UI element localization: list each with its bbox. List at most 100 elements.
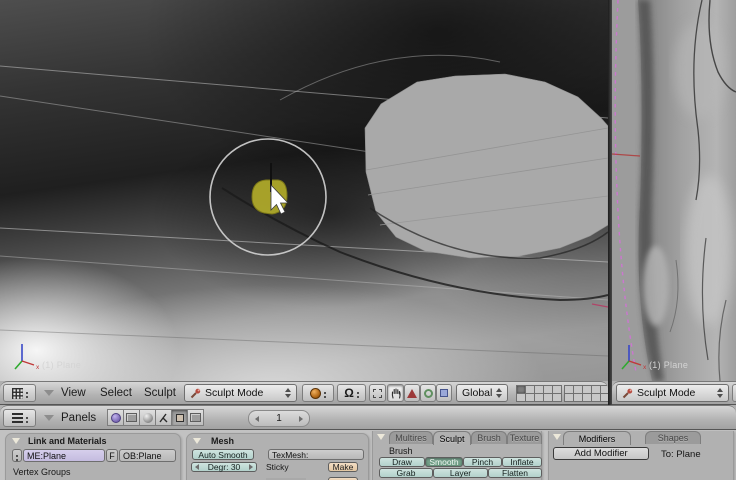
auto-smooth-button[interactable]: Auto Smooth	[192, 449, 254, 460]
panel-collapse-icon[interactable]	[553, 434, 561, 440]
orientation-dropdown[interactable]: Global	[456, 384, 508, 402]
make-sticky-button[interactable]: Make	[328, 462, 358, 472]
vertex-groups-label: Vertex Groups	[13, 467, 71, 477]
scale-manipulator-button[interactable]	[436, 384, 452, 402]
degr-stepper[interactable]: Degr: 30	[191, 462, 257, 472]
mode-dropdown-value: Sculpt Mode	[205, 387, 264, 399]
brush-pinch-button[interactable]: Pinch	[463, 457, 502, 467]
tab-modifiers[interactable]: Modifiers	[563, 431, 631, 445]
tab-shapes[interactable]: Shapes	[645, 431, 701, 444]
shading-sphere-icon	[142, 412, 153, 423]
panel-modifiers: Modifiers Shapes Add Modifier To: Plane	[548, 431, 734, 480]
stepper-left-icon[interactable]	[255, 415, 259, 422]
texmesh-field[interactable]: TexMesh:	[268, 449, 364, 460]
modifier-target-label: To: Plane	[661, 449, 701, 460]
object-name-field[interactable]: OB:Plane	[119, 449, 176, 462]
scene-overlay-right: x	[612, 0, 736, 381]
panel-collapse-icon[interactable]	[193, 438, 201, 444]
clipped-header-button[interactable]	[732, 384, 736, 402]
stepper-left-icon[interactable]	[195, 464, 199, 470]
brush-grab-button[interactable]: Grab	[379, 468, 433, 478]
degr-value: Degr: 30	[207, 462, 241, 472]
grid-icon	[11, 387, 23, 399]
layer-cell[interactable]	[599, 392, 608, 402]
layer-buttons-group-2[interactable]	[563, 384, 608, 402]
panel-title: Mesh	[211, 436, 235, 446]
logic-context-button[interactable]	[107, 409, 124, 426]
translate-manipulator-button[interactable]	[404, 384, 420, 402]
mini-stepper-icon	[25, 392, 28, 394]
mode-dropdown[interactable]: Sculpt Mode	[616, 384, 729, 402]
script-icon	[126, 413, 137, 422]
mini-stepper-icon	[25, 417, 28, 419]
scene-icon	[190, 413, 201, 422]
tab-multires[interactable]: Multires	[389, 431, 433, 444]
shaded-sphere-icon	[310, 387, 321, 399]
updown-arrows-icon	[285, 388, 291, 398]
brush-layer-button[interactable]: Layer	[433, 468, 488, 478]
viewport-header-right: Sculpt Mode	[612, 381, 736, 405]
object-context-button[interactable]	[155, 409, 172, 426]
fake-user-button[interactable]: F	[106, 449, 118, 462]
editing-square-icon	[175, 413, 184, 422]
brush-label: Brush	[389, 446, 413, 456]
layer-cell[interactable]	[551, 392, 562, 402]
header-collapse-icon[interactable]	[44, 390, 54, 396]
panel-collapse-icon[interactable]	[12, 438, 20, 444]
scene-overlay: x	[0, 54, 608, 371]
rotation-pivot-icon: Ω	[344, 386, 354, 400]
panel-title: Link and Materials	[28, 436, 107, 446]
brush-flatten-button[interactable]: Flatten	[488, 468, 542, 478]
object-name-label: (1) Plane	[42, 360, 82, 370]
menu-sculpt[interactable]: Sculpt	[144, 387, 176, 399]
menu-view[interactable]: View	[61, 387, 86, 399]
manipulator-toggle-button[interactable]	[369, 384, 386, 402]
mesh-face-highlight	[364, 73, 608, 259]
scene-context-button[interactable]	[187, 409, 204, 426]
viewport-3d-main[interactable]: x (1) Plane	[0, 0, 608, 381]
editor-type-button[interactable]	[3, 409, 36, 427]
manipulator-hand-button[interactable]	[387, 384, 404, 402]
editor-type-button[interactable]	[3, 384, 36, 402]
script-context-button[interactable]	[123, 409, 140, 426]
svg-text:x: x	[36, 364, 40, 371]
context-button-row	[107, 409, 204, 426]
buttons-window-header: Panels 1	[0, 405, 736, 430]
tab-texture[interactable]: Texture	[507, 431, 542, 444]
header-collapse-icon[interactable]	[44, 415, 54, 421]
stepper-right-icon[interactable]	[299, 415, 303, 422]
brush-inflate-button[interactable]: Inflate	[502, 457, 542, 467]
shading-context-button[interactable]	[139, 409, 156, 426]
mesh-name-field[interactable]: ME:Plane	[23, 449, 105, 462]
orientation-value: Global	[462, 387, 493, 399]
frame-stepper[interactable]: 1	[248, 410, 310, 427]
layer-buttons-group-1[interactable]	[515, 384, 562, 402]
panels-icon	[11, 412, 23, 416]
rotate-manipulator-button[interactable]	[420, 384, 436, 402]
mode-dropdown[interactable]: Sculpt Mode	[184, 384, 297, 402]
add-modifier-button[interactable]: Add Modifier	[553, 447, 649, 460]
brush-smooth-button[interactable]: Smooth	[425, 457, 463, 467]
tab-sculpt[interactable]: Sculpt	[433, 431, 471, 445]
brush-draw-button[interactable]: Draw	[379, 457, 425, 467]
stepper-right-icon[interactable]	[248, 464, 253, 470]
pivot-center-button[interactable]: Ω	[337, 384, 366, 402]
blender-window: x (1) Plane x (1) Plane View Select Scul…	[0, 0, 736, 480]
sculpt-brush-icon	[190, 388, 201, 398]
browse-dots-icon	[16, 454, 18, 457]
buttons-window: Link and Materials ME:Plane F OB:Plane V…	[0, 430, 736, 480]
editing-context-button[interactable]	[171, 409, 188, 426]
dashed-move-icon	[373, 388, 382, 398]
tab-brush[interactable]: Brush	[471, 431, 507, 444]
draw-type-button[interactable]	[302, 384, 334, 402]
viewport-3d-side[interactable]: x (1) Plane	[612, 0, 736, 381]
viewport-header: View Select Sculpt Sculpt Mode Ω Global	[0, 381, 608, 405]
datablock-browse-button[interactable]	[12, 449, 22, 462]
scale-square-icon	[440, 389, 448, 397]
updown-arrows-icon	[717, 388, 723, 398]
panel-link-and-materials: Link and Materials ME:Plane F OB:Plane V…	[5, 433, 181, 480]
panel-collapse-icon[interactable]	[377, 434, 385, 440]
menu-select[interactable]: Select	[100, 387, 132, 399]
updown-arrows-icon	[496, 388, 503, 398]
sticky-label: Sticky	[266, 462, 289, 472]
